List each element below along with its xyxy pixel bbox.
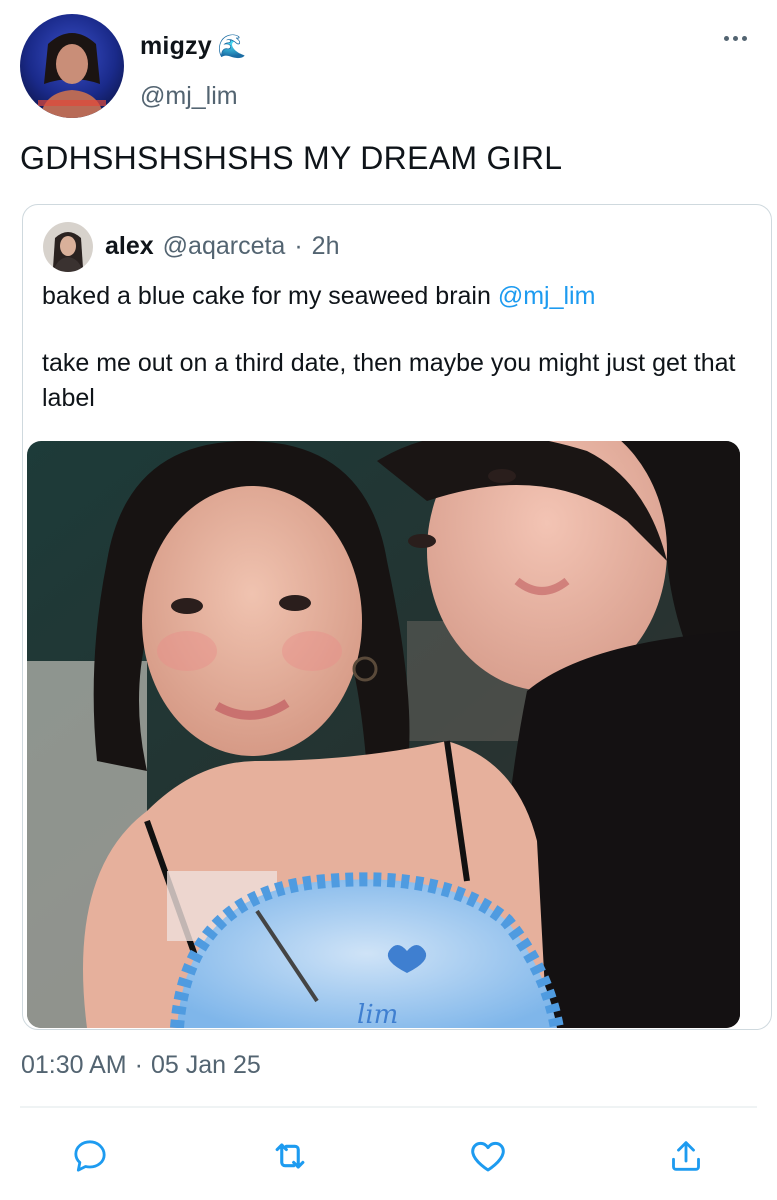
quoted-display-name[interactable]: alex xyxy=(105,232,154,261)
cake-writing: lim xyxy=(357,1000,398,1028)
quoted-header: alex @aqarceta · 2h xyxy=(105,232,339,261)
tweet-timestamp[interactable]: 01:30 AM · 05 Jan 25 xyxy=(21,1051,261,1080)
timestamp-separator: · xyxy=(134,1051,143,1079)
quoted-text-line2: take me out on a third date, then maybe … xyxy=(42,349,736,412)
divider xyxy=(20,1106,757,1108)
quoted-separator: · xyxy=(294,232,303,260)
heart-icon xyxy=(471,1141,505,1172)
quoted-mention-link[interactable]: @mj_lim xyxy=(498,282,596,310)
wave-emoji-icon: 🌊 xyxy=(217,33,247,59)
author-name-text: migzy xyxy=(140,32,212,60)
tweet-text: GDHSHSHSHSHS MY DREAM GIRL xyxy=(20,140,563,176)
avatar-image xyxy=(20,14,124,118)
timestamp-time: 01:30 AM xyxy=(21,1051,127,1079)
author-avatar[interactable] xyxy=(20,14,124,118)
reply-button[interactable] xyxy=(68,1134,112,1178)
retweet-button[interactable] xyxy=(268,1134,312,1178)
share-icon xyxy=(672,1141,700,1171)
timestamp-date: 05 Jan 25 xyxy=(150,1051,261,1079)
comment-icon xyxy=(74,1140,106,1172)
like-button[interactable] xyxy=(466,1134,510,1178)
quoted-author-avatar[interactable] xyxy=(43,222,93,272)
quoted-text-line1: baked a blue cake for my seaweed brain @… xyxy=(42,282,595,311)
quoted-time: 2h xyxy=(311,232,340,260)
action-bar xyxy=(0,1128,777,1188)
retweet-icon xyxy=(275,1143,305,1169)
quoted-photo[interactable]: lim xyxy=(27,441,740,1028)
quoted-tweet[interactable]: alex @aqarceta · 2h baked a blue cake fo… xyxy=(22,204,772,1030)
author-display-name[interactable]: migzy 🌊 xyxy=(140,32,247,61)
share-button[interactable] xyxy=(664,1134,708,1178)
author-handle[interactable]: @mj_lim xyxy=(140,82,238,111)
quoted-handle[interactable]: @aqarceta xyxy=(163,232,286,261)
quoted-text: baked a blue cake for my seaweed brain xyxy=(42,282,498,310)
quoted-avatar-image xyxy=(43,222,93,272)
photo-image: lim xyxy=(27,441,740,1028)
more-options-icon[interactable] xyxy=(724,36,747,41)
